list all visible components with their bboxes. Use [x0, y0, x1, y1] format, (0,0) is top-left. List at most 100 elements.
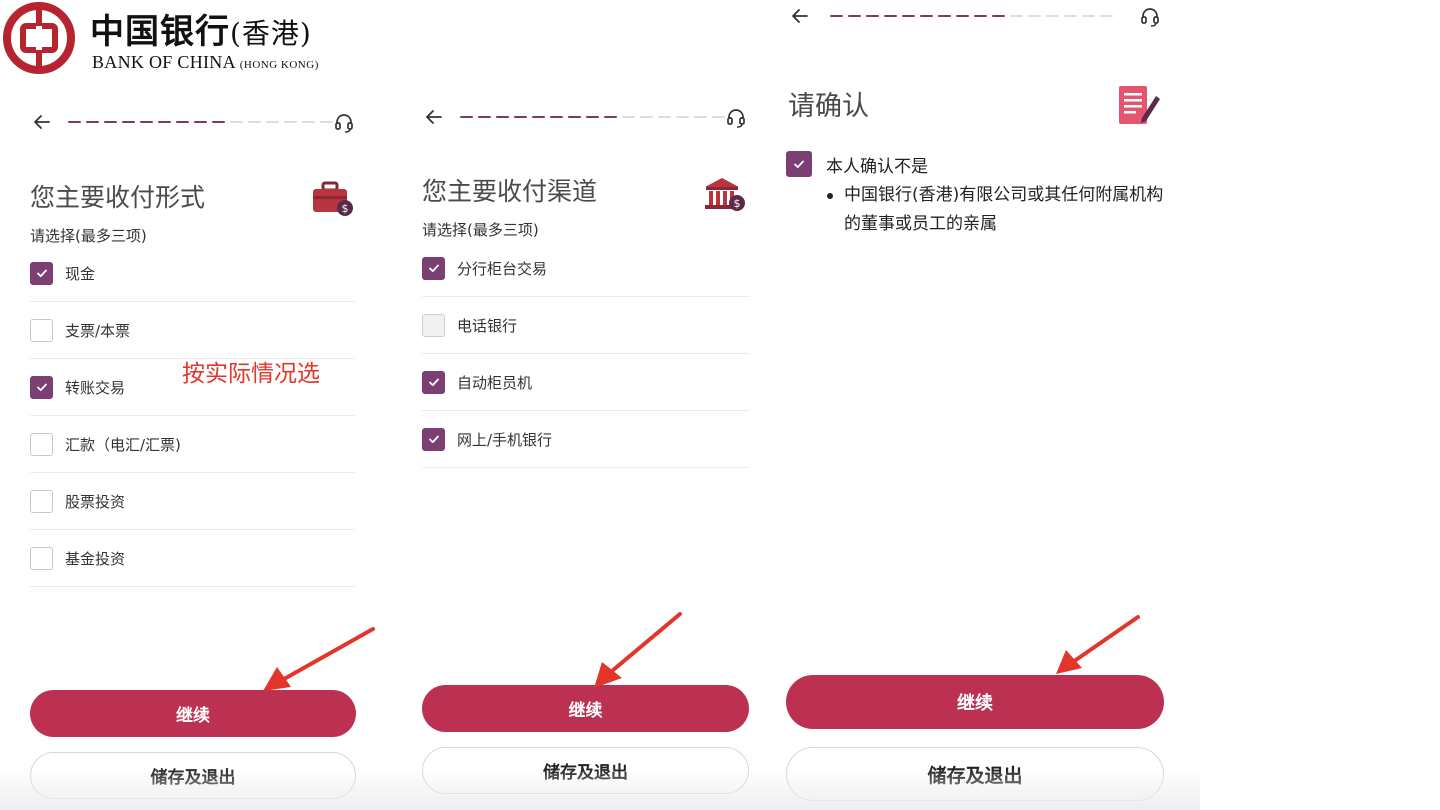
confirm-checkbox[interactable]	[786, 151, 812, 177]
option-item[interactable]: 股票投资	[30, 473, 355, 530]
option-checkbox[interactable]	[30, 546, 53, 570]
progress-segment	[212, 121, 225, 123]
continue-button[interactable]: 继续	[30, 690, 356, 737]
progress-segment	[104, 121, 117, 123]
option-checkbox[interactable]	[422, 370, 445, 394]
payment-channel-options: 分行柜台交易 电话银行自动柜员机网上/手机银行	[422, 240, 750, 468]
top-bar	[422, 105, 752, 133]
progress-segment	[956, 15, 969, 17]
progress-segment	[622, 116, 635, 118]
option-item[interactable]: 网上/手机银行	[422, 411, 750, 468]
confirm-bullet-item: 中国银行(香港)有限公司或其任何附属机构的董事或员工的亲属	[824, 181, 1169, 239]
option-checkbox[interactable]	[422, 427, 445, 451]
option-label: 股票投资	[65, 492, 126, 511]
option-label: 转账交易	[65, 378, 126, 397]
progress-segment	[266, 121, 279, 123]
confirm-checkbox-row[interactable]: 本人确认不是	[786, 151, 928, 177]
progress-segment	[86, 121, 99, 123]
confirm-bullet-list: 中国银行(香港)有限公司或其任何附属机构的董事或员工的亲属	[824, 181, 1169, 239]
option-item[interactable]: 支票/本票	[30, 302, 355, 359]
confirm-label: 本人确认不是	[826, 156, 928, 177]
checkmark-icon	[428, 435, 439, 443]
continue-button[interactable]: 继续	[786, 675, 1164, 729]
progress-segment	[920, 15, 933, 17]
progress-segment	[902, 15, 915, 17]
arrow-left-icon[interactable]	[30, 110, 54, 134]
option-label: 分行柜台交易	[457, 259, 548, 278]
progress-segment	[478, 116, 491, 118]
progress-segment	[640, 116, 653, 118]
progress-segment	[1028, 15, 1041, 17]
top-bar	[788, 4, 1166, 32]
option-checkbox[interactable]	[30, 261, 53, 285]
option-label: 电话银行	[457, 316, 518, 335]
progress-segment	[884, 15, 897, 17]
progress-segment	[284, 121, 297, 123]
checkmark-icon	[794, 160, 804, 168]
checkmark-icon	[36, 269, 47, 277]
option-item[interactable]: 电话银行	[422, 297, 750, 354]
progress-segment	[1064, 15, 1077, 17]
progress-segment	[1082, 15, 1095, 17]
page-title: 请确认	[788, 91, 869, 122]
option-checkbox[interactable]	[30, 432, 53, 456]
svg-text:$: $	[734, 197, 741, 210]
payment-channel-screen: 您主要收付渠道 $ 请选择(最多三项) 分行柜台交易 电话银行 自动柜员机 网上/手机…	[392, 0, 770, 810]
progress-segment	[848, 15, 861, 17]
headset-icon[interactable]	[724, 105, 748, 129]
progress-bar	[68, 121, 333, 123]
progress-segment	[1100, 15, 1113, 17]
save-and-exit-button[interactable]: 储存及退出	[786, 747, 1164, 801]
progress-segment	[658, 116, 671, 118]
arrow-left-icon[interactable]	[788, 4, 812, 28]
red-arrow-annotation-icon	[594, 612, 682, 688]
checkmark-icon	[428, 264, 439, 272]
progress-segment	[514, 116, 527, 118]
progress-segment	[1010, 15, 1023, 17]
option-label: 现金	[65, 264, 96, 283]
option-label: 自动柜员机	[457, 373, 533, 392]
progress-segment	[532, 116, 545, 118]
option-checkbox[interactable]	[30, 489, 53, 513]
confirmation-screen: 请确认 本人确认不是 中国银行(香港)有限公司或其任何附属机构的董事或员工的亲属…	[772, 0, 1200, 810]
document-pen-icon	[1119, 86, 1160, 124]
progress-segment	[694, 116, 707, 118]
option-item[interactable]: 分行柜台交易	[422, 240, 750, 297]
option-item[interactable]: 基金投资	[30, 530, 355, 587]
red-arrow-annotation-icon	[1056, 615, 1140, 674]
progress-segment	[230, 121, 243, 123]
headset-icon[interactable]	[1138, 4, 1162, 28]
save-and-exit-button[interactable]: 储存及退出	[30, 752, 356, 799]
option-label: 网上/手机银行	[457, 430, 553, 449]
option-checkbox[interactable]	[30, 318, 53, 342]
option-item[interactable]: 自动柜员机	[422, 354, 750, 411]
save-and-exit-button[interactable]: 储存及退出	[422, 747, 749, 794]
progress-segment	[158, 121, 171, 123]
bank-dollar-icon: $	[705, 178, 745, 211]
progress-segment	[176, 121, 189, 123]
progress-segment	[604, 116, 617, 118]
option-checkbox[interactable]	[422, 313, 445, 337]
svg-text:$: $	[342, 202, 349, 215]
option-item[interactable]: 现金	[30, 245, 355, 302]
top-bar	[30, 110, 360, 138]
progress-bar	[830, 15, 1113, 17]
progress-segment	[992, 15, 1005, 17]
option-checkbox[interactable]	[30, 375, 53, 399]
progress-segment	[550, 116, 563, 118]
continue-button[interactable]: 继续	[422, 685, 749, 732]
option-label: 基金投资	[65, 549, 126, 568]
page-title: 您主要收付形式	[30, 183, 206, 212]
option-checkbox[interactable]	[422, 256, 445, 280]
option-item[interactable]: 汇款（电汇/汇票)	[30, 416, 355, 473]
arrow-left-icon[interactable]	[422, 105, 446, 129]
subtitle: 请选择(最多三项)	[422, 221, 539, 239]
option-label: 支票/本票	[65, 321, 131, 340]
briefcase-dollar-icon: $	[313, 181, 353, 216]
progress-segment	[830, 15, 843, 17]
payment-form-options: 现金支票/本票转账交易汇款（电汇/汇票) 股票投资基金投资	[30, 245, 355, 587]
headset-icon[interactable]	[332, 110, 356, 134]
progress-segment	[140, 121, 153, 123]
progress-segment	[496, 116, 509, 118]
checkmark-icon	[428, 378, 439, 386]
